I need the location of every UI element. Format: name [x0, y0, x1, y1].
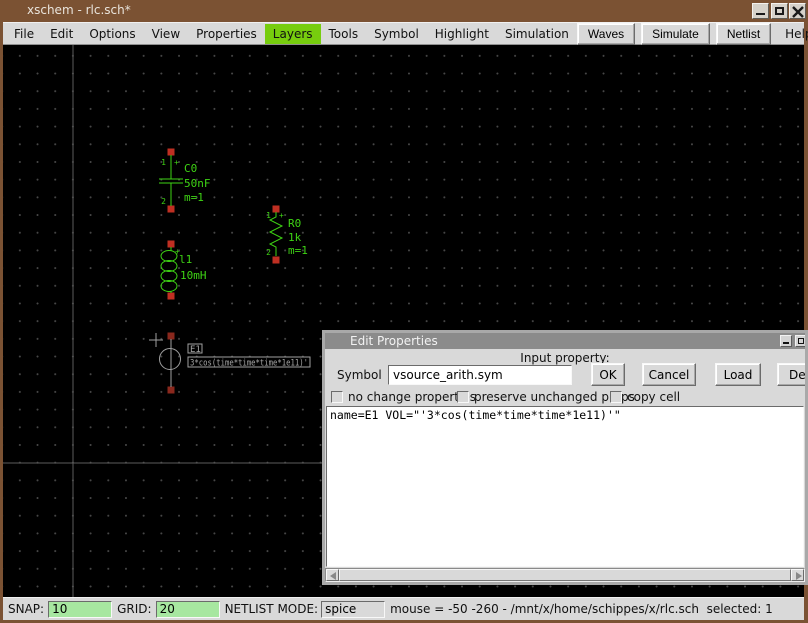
plus-polarity-mark [149, 333, 163, 347]
symbol-label: Symbol [337, 368, 382, 382]
capacitor-mult: m=1 [184, 191, 204, 204]
snap-label: SNAP: [8, 602, 44, 616]
snap-input[interactable] [48, 601, 112, 618]
menu-symbol[interactable]: Symbol [366, 24, 427, 44]
minimize-button[interactable] [752, 3, 769, 19]
pin-square [168, 387, 175, 394]
svg-text:2: 2 [161, 197, 166, 206]
grid-input[interactable] [156, 601, 220, 618]
menu-options[interactable]: Options [81, 24, 143, 44]
netlist-button[interactable]: Netlist [716, 23, 771, 45]
inductor-name: l1 [179, 253, 192, 266]
menu-tools[interactable]: Tools [321, 24, 367, 44]
dialog-h-scrollbar[interactable] [325, 568, 805, 582]
checkbox-row-preserve: preserve unchanged props [457, 390, 635, 404]
minimize-icon [756, 13, 765, 15]
pin-square [273, 257, 280, 264]
scrollbar-thumb[interactable] [339, 569, 791, 581]
checkbox-row-no-change: no change properties [331, 390, 476, 404]
edit-properties-dialog: Edit Properties Input property: Symbol O… [322, 330, 808, 585]
ok-button[interactable]: OK [591, 363, 625, 386]
dialog-titlebar[interactable]: Edit Properties [325, 333, 805, 349]
resistor-mult: m=1 [288, 244, 308, 257]
pin-square [168, 206, 175, 213]
grid-label: GRID: [117, 602, 151, 616]
menu-highlight[interactable]: Highlight [427, 24, 497, 44]
cancel-button[interactable]: Cancel [642, 363, 696, 386]
capacitor-symbol[interactable]: 1 + 2 C0 50nF m=1 [159, 149, 211, 213]
svg-text:2: 2 [266, 248, 271, 257]
inductor-value: 10mH [180, 269, 207, 282]
svg-text:+: + [279, 211, 284, 220]
xschem-window: xschem - rlc.sch* File Edit Options View… [0, 0, 808, 623]
delete-button[interactable]: Del [777, 363, 808, 386]
preserve-unchanged-props-checkbox[interactable] [457, 391, 469, 403]
vsource-symbol-selected[interactable]: E1 3*cos(time*time*time*1e11)' [149, 333, 310, 394]
menubar: File Edit Options View Properties Layers… [3, 22, 804, 45]
scroll-right-icon [796, 572, 802, 580]
inductor-symbol[interactable]: + l1 10mH [161, 241, 207, 300]
svg-text:1: 1 [161, 158, 166, 167]
pin-square [168, 333, 175, 340]
scroll-left-button[interactable] [326, 569, 339, 581]
menu-properties[interactable]: Properties [188, 24, 265, 44]
dialog-title: Edit Properties [350, 334, 438, 348]
statusbar: SNAP: GRID: NETLIST MODE: mouse = -50 -2… [3, 597, 804, 620]
maximize-icon [798, 338, 804, 344]
close-button[interactable] [789, 3, 806, 19]
maximize-icon [775, 7, 784, 15]
window-titlebar[interactable]: xschem - rlc.sch* [0, 0, 808, 22]
load-button[interactable]: Load [715, 363, 761, 386]
close-icon [792, 6, 804, 18]
pin-square [168, 293, 175, 300]
netlist-mode-input[interactable] [321, 601, 385, 618]
no-change-properties-checkbox[interactable] [331, 391, 343, 403]
vsource-value: 3*cos(time*time*time*1e11)' [190, 359, 308, 369]
waves-button[interactable]: Waves [577, 23, 635, 45]
mouse-coordinates-status: mouse = -50 -260 - /mnt/x/home/schippes/… [390, 602, 773, 616]
capacitor-name: C0 [184, 162, 197, 175]
copy-cell-checkbox[interactable] [610, 391, 622, 403]
property-textarea[interactable]: name=E1 VOL="'3*cos(time*time*time*1e11)… [326, 406, 804, 567]
checkbox-row-copy-cell: copy cell [610, 390, 680, 404]
simulate-button[interactable]: Simulate [641, 23, 710, 45]
symbol-input[interactable] [388, 365, 572, 385]
menubar-right-group: Waves Simulate Netlist Help [577, 23, 808, 45]
menu-file[interactable]: File [6, 24, 42, 44]
scroll-left-icon [330, 572, 336, 580]
resistor-name: R0 [288, 217, 301, 230]
svg-text:1: 1 [266, 211, 271, 220]
maximize-button[interactable] [771, 3, 788, 19]
dialog-body: Input property: Symbol OK Cancel Load De… [325, 349, 805, 582]
menu-view[interactable]: View [144, 24, 188, 44]
pin-square [168, 149, 175, 156]
resistor-symbol[interactable]: 1 + 2 R0 1k m=1 [266, 206, 308, 264]
capacitor-value: 50nF [184, 177, 211, 190]
menu-simulation[interactable]: Simulation [497, 24, 577, 44]
scroll-right-button[interactable] [791, 569, 804, 581]
copy-cell-label: copy cell [627, 390, 680, 404]
vsource-name: E1 [190, 345, 201, 355]
resistor-value: 1k [288, 231, 302, 244]
dialog-maximize-button[interactable] [795, 335, 807, 347]
window-title: xschem - rlc.sch* [27, 3, 131, 17]
minimize-icon [783, 342, 789, 344]
menu-layers[interactable]: Layers [265, 24, 321, 44]
dialog-minimize-button[interactable] [780, 335, 792, 347]
svg-text:+: + [174, 158, 179, 167]
netlist-mode-label: NETLIST MODE: [225, 602, 319, 616]
menu-edit[interactable]: Edit [42, 24, 81, 44]
pin-square [168, 241, 175, 248]
menu-help[interactable]: Help [777, 24, 808, 44]
